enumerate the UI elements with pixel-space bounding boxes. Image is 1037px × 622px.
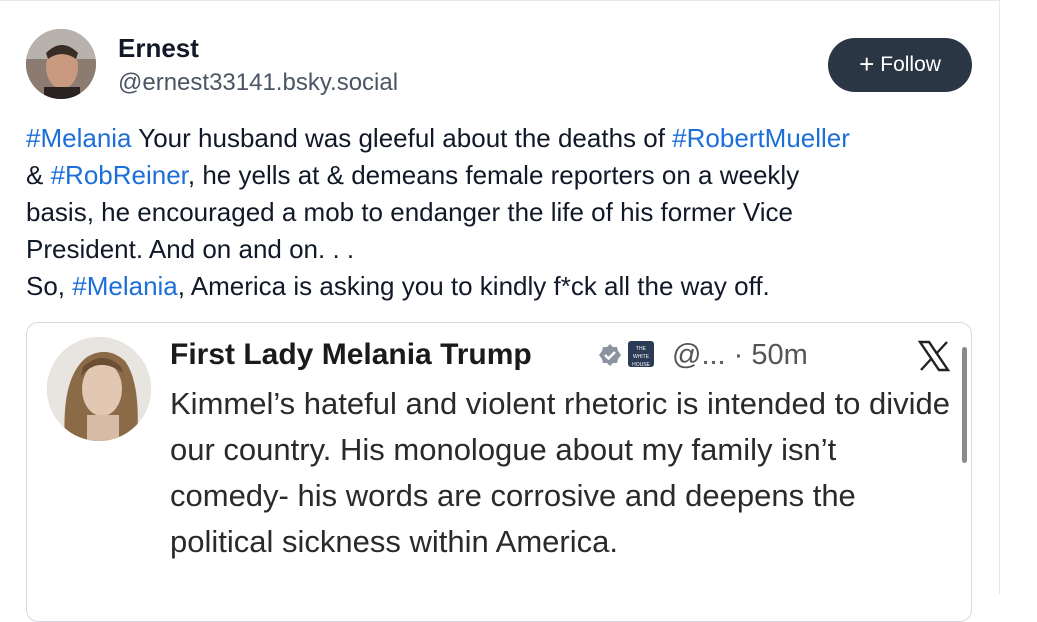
quoted-handle-time: @... · 50m	[672, 339, 808, 371]
x-logo-icon	[917, 340, 951, 372]
author-handle[interactable]: @ernest33141.bsky.social	[118, 68, 398, 98]
hashtag-link[interactable]: #RobReiner	[51, 160, 188, 190]
post-body-text: #Melania Your husband was gleeful about …	[26, 120, 976, 305]
post-text-segment: Your husband was gleeful about the death…	[131, 123, 673, 153]
quoted-post-text: Kimmel’s hateful and violent rhetoric is…	[170, 386, 951, 559]
quoted-avatar-image	[47, 337, 151, 441]
post-text-segment: &	[26, 160, 44, 190]
quoted-post-image[interactable]: First Lady Melania Trump THE WHITE HOUSE…	[26, 322, 972, 622]
post-text-segment: , America is asking you to kindly f*ck a…	[177, 271, 770, 301]
quoted-author-name: First Lady Melania Trump	[170, 338, 532, 371]
author-avatar-image	[26, 29, 96, 99]
author-display-name[interactable]: Ernest	[118, 33, 199, 63]
hashtag-link[interactable]: #Melania	[26, 123, 132, 153]
quoted-author-avatar	[47, 337, 151, 441]
follow-button[interactable]: + Follow	[828, 38, 972, 92]
plus-icon: +	[859, 49, 875, 79]
white-house-icon: THE WHITE HOUSE	[628, 341, 654, 368]
author-avatar[interactable]	[26, 29, 96, 99]
follow-button-label: Follow	[880, 53, 941, 76]
quoted-scrollbar	[962, 347, 967, 463]
hashtag-link[interactable]: #Melania	[72, 271, 178, 301]
hashtag-link[interactable]: #RobertMueller	[672, 123, 850, 153]
verified-badge-icon	[599, 344, 621, 366]
